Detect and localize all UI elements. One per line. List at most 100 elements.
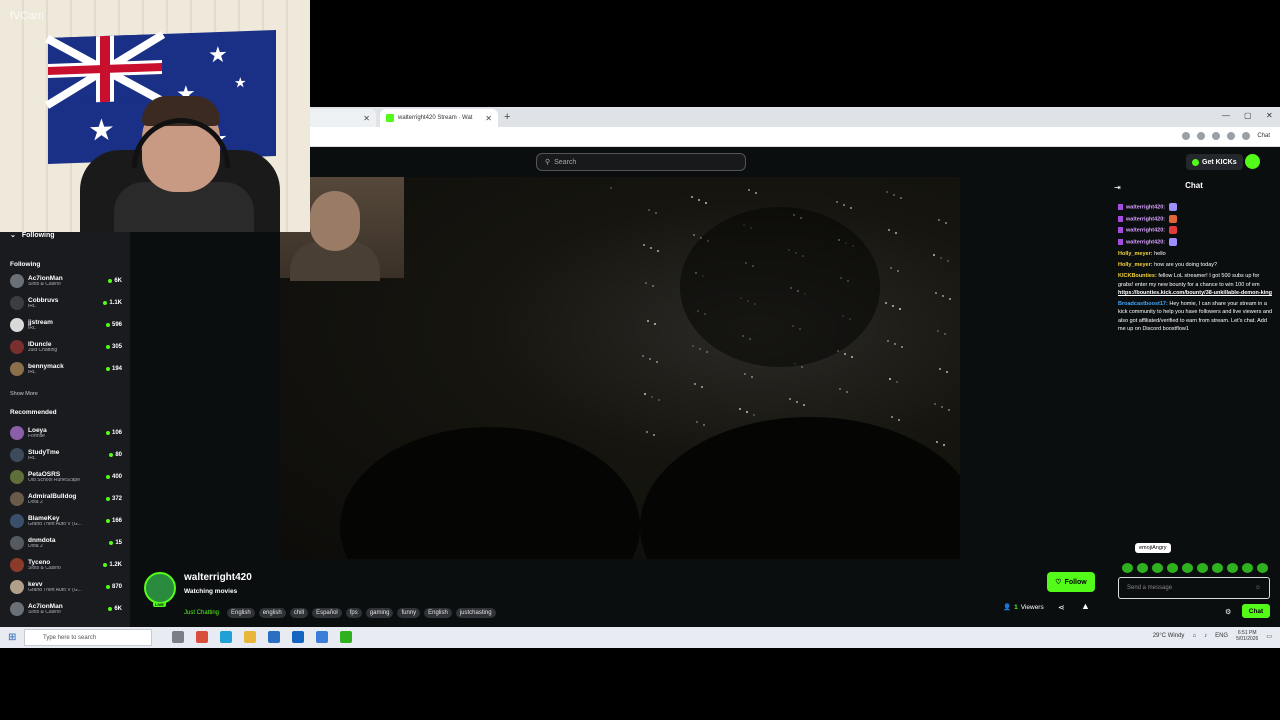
star: [701, 386, 703, 388]
maximize-button[interactable]: ▢: [1244, 111, 1252, 120]
search-input[interactable]: ⚲ Search: [536, 153, 746, 171]
task-view-icon[interactable]: [172, 631, 184, 643]
emote-icon[interactable]: [1182, 563, 1193, 573]
network-icon[interactable]: ⌂: [1192, 633, 1196, 639]
sidebar-channel-item[interactable]: IDuncle Just Chatting 305: [10, 337, 122, 357]
sidebar-channel-item[interactable]: bennymack IRL 194: [10, 359, 122, 379]
emote-icon[interactable]: [1197, 563, 1208, 573]
video-player[interactable]: [280, 177, 960, 559]
windows-start-icon[interactable]: ⊞: [8, 632, 16, 643]
new-tab-button[interactable]: +: [504, 111, 510, 123]
tag[interactable]: English: [227, 608, 255, 618]
streamer-avatar[interactable]: LIVE: [144, 572, 176, 607]
app-icon[interactable]: [316, 631, 328, 643]
sidebar-channel-item[interactable]: dnmdota Dota 2 15: [10, 533, 122, 553]
clock[interactable]: 6:51 PM 5/01/2026: [1236, 630, 1258, 642]
close-window-button[interactable]: ✕: [1266, 111, 1273, 120]
star: [755, 192, 757, 194]
sidebar-channel-item[interactable]: Cobbruvs IRL 1.1K: [10, 293, 122, 313]
tag[interactable]: Español: [312, 608, 342, 618]
emote-icon[interactable]: [1152, 563, 1163, 573]
star: [944, 333, 946, 335]
copilot-chat-button[interactable]: Chat: [1257, 133, 1270, 139]
edge-icon[interactable]: [220, 631, 232, 643]
channel-viewers: 1.1K: [103, 300, 122, 306]
gear-icon[interactable]: ⚙: [1225, 608, 1231, 616]
chat-username[interactable]: KICKBounties:: [1118, 273, 1157, 279]
mail-icon[interactable]: [292, 631, 304, 643]
volume-icon[interactable]: ♪: [1204, 633, 1207, 639]
file-explorer-icon[interactable]: [244, 631, 256, 643]
chat-username[interactable]: Broadcastboost17:: [1118, 301, 1168, 307]
tab-kick-stream[interactable]: walterright420 Stream · Wat ✕: [380, 109, 498, 127]
sidebar-channel-item[interactable]: Ac7ionMan Slots & Casino 6K: [10, 271, 122, 291]
tag[interactable]: chill: [289, 608, 309, 618]
weather-widget[interactable]: 29°C Windy: [1153, 633, 1185, 639]
more-icon[interactable]: [1242, 132, 1251, 140]
sidebar-channel-item[interactable]: jjstream IRL 596: [10, 315, 122, 335]
report-icon[interactable]: ▲: [1081, 601, 1090, 611]
star: [935, 292, 937, 294]
follow-button[interactable]: ♡ Follow: [1047, 572, 1095, 592]
share-icon[interactable]: ⋖: [1058, 603, 1065, 612]
user-avatar[interactable]: [1245, 154, 1260, 169]
tag[interactable]: gaming: [365, 608, 394, 618]
chat-username[interactable]: walterright420:: [1126, 216, 1165, 222]
recommended-heading: Recommended: [10, 409, 57, 416]
star: [843, 204, 845, 206]
tag[interactable]: fps: [345, 608, 362, 618]
minimize-button[interactable]: —: [1222, 111, 1230, 120]
star: [692, 345, 694, 347]
emote-icon[interactable]: [1257, 563, 1268, 573]
star: [658, 399, 660, 401]
favorite-icon[interactable]: [1197, 132, 1206, 140]
chat-send-button[interactable]: Chat: [1242, 604, 1270, 618]
sidebar-channel-item[interactable]: Tyceno Slots & Casino 1.2K: [10, 555, 122, 575]
emoji-picker-icon[interactable]: ☺: [1255, 585, 1261, 591]
sidebar-channel-item[interactable]: StudyTme IRL 80: [10, 445, 122, 465]
store-icon[interactable]: [268, 631, 280, 643]
chat-username[interactable]: walterright420:: [1126, 228, 1165, 234]
tag[interactable]: justchasting: [455, 608, 496, 618]
streamer-name[interactable]: walterright420: [184, 572, 252, 583]
notifications-icon[interactable]: ▭: [1266, 633, 1272, 640]
chat-message-input[interactable]: Send a message ☺: [1118, 577, 1270, 599]
kick-coin-icon: [1192, 158, 1199, 166]
show-more-link[interactable]: Show More: [10, 391, 38, 397]
tag[interactable]: english: [258, 608, 286, 618]
collections-icon[interactable]: [1212, 132, 1221, 140]
chat-username[interactable]: walterright420:: [1126, 240, 1165, 246]
chat-username[interactable]: Holly_meyer:: [1118, 251, 1153, 257]
following-toggle[interactable]: ⌄ Following: [10, 231, 55, 240]
kick-app-icon[interactable]: [340, 631, 352, 643]
emote-icon[interactable]: [1122, 563, 1133, 573]
category-link[interactable]: Just Chatting: [184, 608, 223, 618]
close-icon[interactable]: ✕: [363, 114, 370, 123]
sidebar-channel-item[interactable]: PetaOSRS Old School RuneScape 400: [10, 467, 122, 487]
taskbar-search-input[interactable]: Type here to search: [24, 629, 152, 646]
chrome-icon[interactable]: [196, 631, 208, 643]
star: [698, 199, 700, 201]
sidebar-channel-item[interactable]: kevv Grand Theft Auto V (G... 870: [10, 577, 122, 597]
sidebar-channel-item[interactable]: Ac7ionMan Slots & Casino 6K: [10, 599, 122, 619]
sidebar-channel-item[interactable]: AdmiralBulldog Dota 2 372: [10, 489, 122, 509]
close-icon[interactable]: ✕: [485, 114, 492, 123]
emote-icon[interactable]: [1167, 563, 1178, 573]
language-indicator[interactable]: ENG: [1215, 633, 1228, 639]
sidebar-channel-item[interactable]: Loeya Fortnite 106: [10, 423, 122, 443]
tag[interactable]: English: [424, 608, 452, 618]
emote-icon[interactable]: [1242, 563, 1253, 573]
tag[interactable]: funny: [397, 608, 421, 618]
emote-icon[interactable]: [1212, 563, 1223, 573]
emote-icon[interactable]: [1137, 563, 1148, 573]
chat-username[interactable]: Holly_meyer:: [1118, 262, 1153, 268]
star: [836, 201, 838, 203]
chat-link[interactable]: https://bounties.kick.com/bounty/38-unki…: [1118, 290, 1272, 296]
sidebar-channel-item[interactable]: BlameKey Grand Theft Auto V (G... 166: [10, 511, 122, 531]
read-aloud-icon[interactable]: [1182, 132, 1191, 140]
get-kicks-button[interactable]: Get KICKs: [1186, 154, 1243, 170]
chat-username[interactable]: walterright420:: [1126, 204, 1165, 210]
emote-icon[interactable]: [1227, 563, 1238, 573]
profile-icon[interactable]: [1227, 132, 1236, 140]
channel-category: Dota 2: [28, 543, 43, 549]
